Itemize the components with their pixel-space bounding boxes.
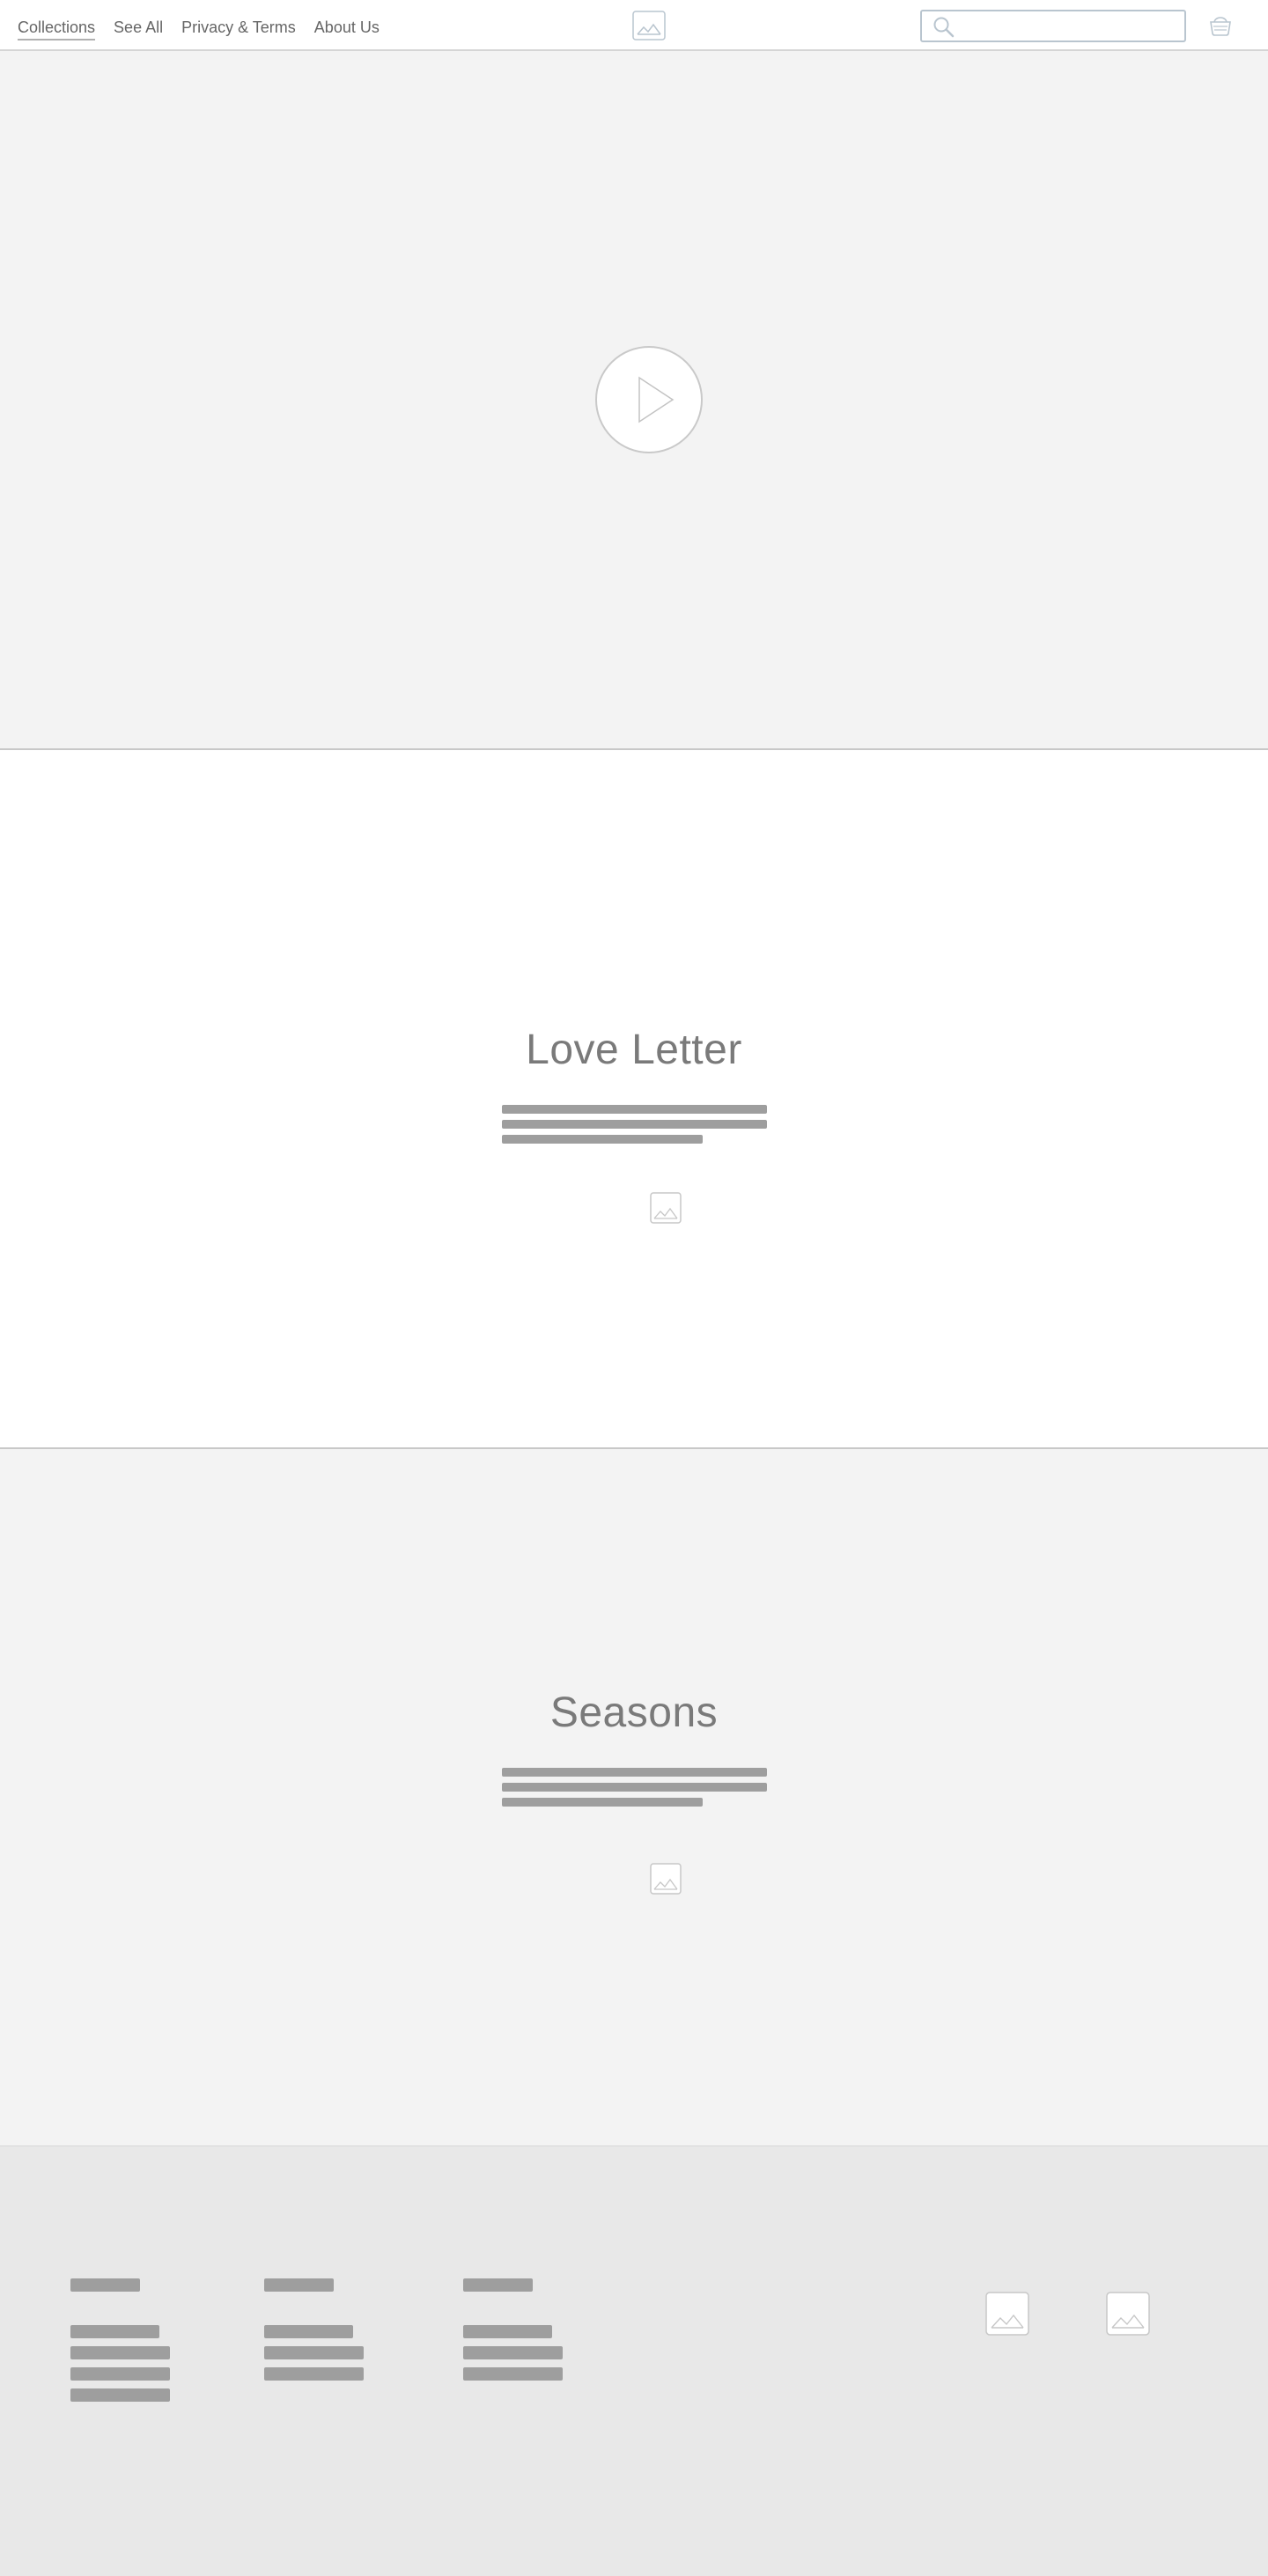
collection-title: Seasons (549, 1689, 719, 1736)
footer-link[interactable] (463, 2346, 563, 2359)
description-line (502, 1120, 767, 1129)
footer-column-heading (463, 2278, 533, 2292)
hero-video (0, 51, 1268, 750)
basket-icon[interactable] (1207, 12, 1234, 37)
image-placeholder-icon[interactable] (1106, 2292, 1150, 2336)
footer-link[interactable] (264, 2346, 364, 2359)
image-placeholder-icon[interactable] (985, 2292, 1029, 2336)
logo-image-placeholder-icon[interactable] (632, 11, 666, 40)
description-line (502, 1135, 703, 1144)
collection-seasons: Seasons (0, 1449, 1268, 2146)
nav-privacy-terms[interactable]: Privacy & Terms (181, 18, 296, 40)
image-placeholder-icon[interactable] (650, 1863, 682, 1895)
nav-about-us[interactable]: About Us (314, 18, 380, 40)
main-nav: Collections See All Privacy & Terms Abou… (18, 18, 380, 40)
footer-link[interactable] (70, 2325, 159, 2338)
site-header: Collections See All Privacy & Terms Abou… (0, 0, 1268, 51)
collection-love-letter: Love Letter (0, 750, 1268, 1449)
search-box (920, 10, 1186, 42)
footer-column-heading (264, 2278, 334, 2292)
image-placeholder-icon[interactable] (650, 1192, 682, 1224)
description-line (502, 1798, 703, 1807)
footer-link[interactable] (70, 2346, 170, 2359)
footer-link[interactable] (264, 2367, 364, 2381)
nav-see-all[interactable]: See All (114, 18, 163, 40)
play-icon (638, 376, 675, 423)
description-line (502, 1105, 767, 1114)
search-input[interactable] (962, 15, 1183, 38)
collection-title: Love Letter (526, 1027, 742, 1073)
footer-link[interactable] (463, 2367, 563, 2381)
footer-link[interactable] (463, 2325, 552, 2338)
description-line (502, 1783, 767, 1792)
play-button[interactable] (595, 346, 703, 453)
footer-link[interactable] (70, 2388, 170, 2402)
nav-collections[interactable]: Collections (18, 18, 96, 40)
footer-link[interactable] (70, 2367, 170, 2381)
search-icon[interactable] (933, 16, 955, 39)
footer-link[interactable] (264, 2325, 353, 2338)
site-footer (0, 2146, 1268, 2576)
description-line (502, 1768, 767, 1777)
footer-column-heading (70, 2278, 140, 2292)
